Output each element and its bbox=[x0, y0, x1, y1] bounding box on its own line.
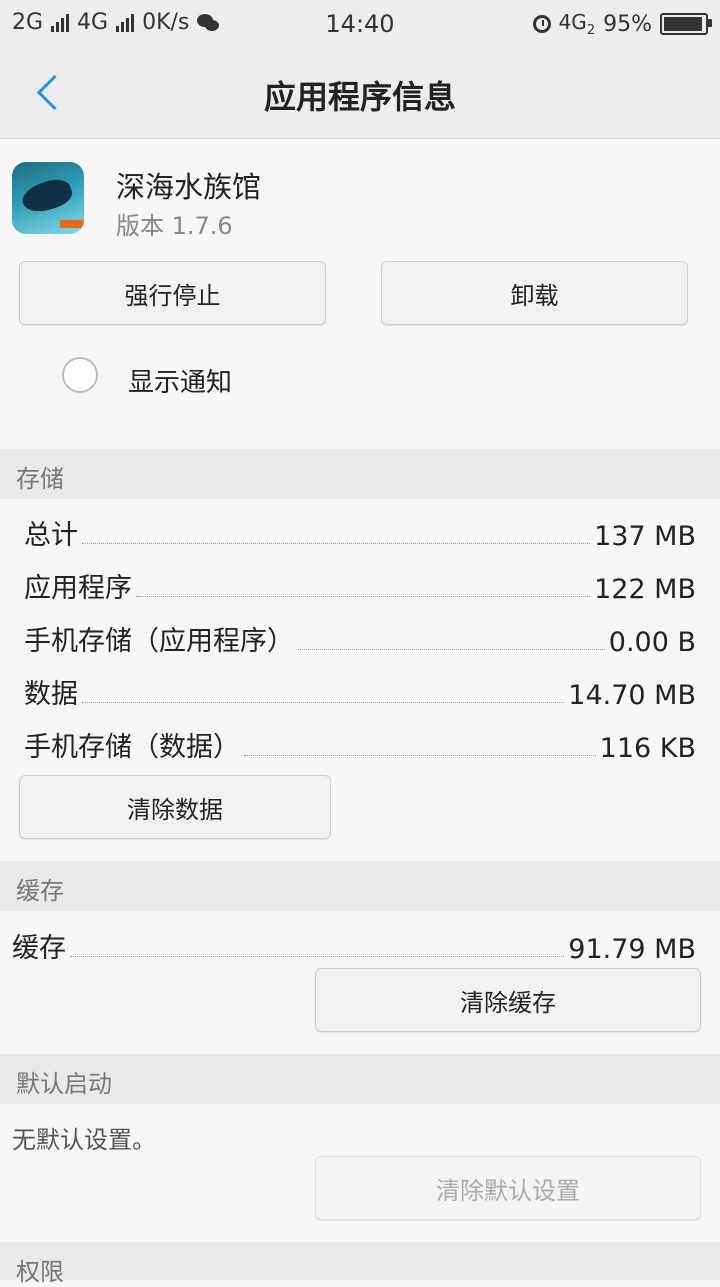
default-launch-section-header: 默认启动 bbox=[0, 1054, 720, 1104]
clear-cache-button[interactable]: 清除缓存 bbox=[315, 968, 701, 1032]
network-type-sub: 2 bbox=[586, 23, 596, 38]
row-label: 应用程序 bbox=[24, 573, 132, 604]
network-type-label: 4G bbox=[558, 10, 587, 34]
dotted-leader bbox=[136, 596, 591, 597]
dotted-leader bbox=[82, 702, 565, 703]
row-value: 91.79 MB bbox=[568, 934, 696, 965]
permissions-section-header: 权限 bbox=[0, 1242, 720, 1286]
title-bar: 应用程序信息 bbox=[0, 50, 720, 139]
battery-icon bbox=[660, 13, 712, 35]
row-label: 手机存储（数据） bbox=[24, 732, 240, 763]
row-value: 14.70 MB bbox=[568, 680, 696, 711]
clear-defaults-button[interactable]: 清除默认设置 bbox=[315, 1156, 701, 1220]
storage-header-label: 存储 bbox=[16, 465, 64, 493]
status-bar: 2G 4G 0K/s 14:40 4G2 95% bbox=[0, 0, 720, 50]
app-name: 深海水族馆 bbox=[116, 170, 262, 204]
no-defaults-text: 无默认设置。 bbox=[12, 1126, 156, 1154]
row-value: 0.00 B bbox=[608, 627, 696, 658]
storage-row-app: 应用程序 122 MB bbox=[24, 565, 696, 605]
force-stop-button[interactable]: 强行停止 bbox=[19, 261, 326, 325]
row-value: 116 KB bbox=[599, 733, 696, 764]
whale-icon bbox=[18, 174, 76, 218]
alarm-icon bbox=[532, 15, 551, 33]
cache-header-label: 缓存 bbox=[16, 877, 64, 905]
dotted-leader bbox=[244, 755, 596, 756]
row-label: 总计 bbox=[24, 520, 78, 551]
app-icon bbox=[12, 162, 84, 234]
status-right: 4G2 95% bbox=[532, 10, 712, 38]
row-label: 缓存 bbox=[12, 933, 66, 964]
dotted-leader bbox=[82, 543, 591, 544]
network-type: 4G2 bbox=[559, 10, 596, 38]
dotted-leader bbox=[70, 956, 565, 957]
page-title: 应用程序信息 bbox=[263, 78, 456, 116]
show-notification-label: 显示通知 bbox=[128, 368, 233, 398]
row-value: 122 MB bbox=[594, 574, 696, 605]
storage-row-data: 数据 14.70 MB bbox=[24, 671, 696, 711]
permissions-header-label: 权限 bbox=[16, 1258, 64, 1286]
storage-row-phone-data: 手机存储（数据） 116 KB bbox=[24, 724, 696, 764]
uninstall-button[interactable]: 卸载 bbox=[381, 261, 688, 325]
cache-row: 缓存 91.79 MB bbox=[12, 925, 696, 965]
battery-percent: 95% bbox=[603, 11, 652, 37]
app-icon-tag bbox=[60, 220, 84, 228]
dotted-leader bbox=[298, 649, 605, 650]
row-label: 数据 bbox=[24, 679, 78, 710]
row-label: 手机存储（应用程序） bbox=[24, 626, 294, 657]
storage-row-phone-app: 手机存储（应用程序） 0.00 B bbox=[24, 618, 696, 658]
clear-data-button[interactable]: 清除数据 bbox=[19, 775, 331, 839]
row-value: 137 MB bbox=[594, 521, 696, 552]
show-notification-radio[interactable] bbox=[62, 357, 98, 393]
storage-section-header: 存储 bbox=[0, 449, 720, 499]
storage-row-total: 总计 137 MB bbox=[24, 512, 696, 552]
cache-section-header: 缓存 bbox=[0, 861, 720, 911]
app-version: 版本 1.7.6 bbox=[116, 212, 233, 240]
default-launch-header-label: 默认启动 bbox=[16, 1070, 112, 1098]
